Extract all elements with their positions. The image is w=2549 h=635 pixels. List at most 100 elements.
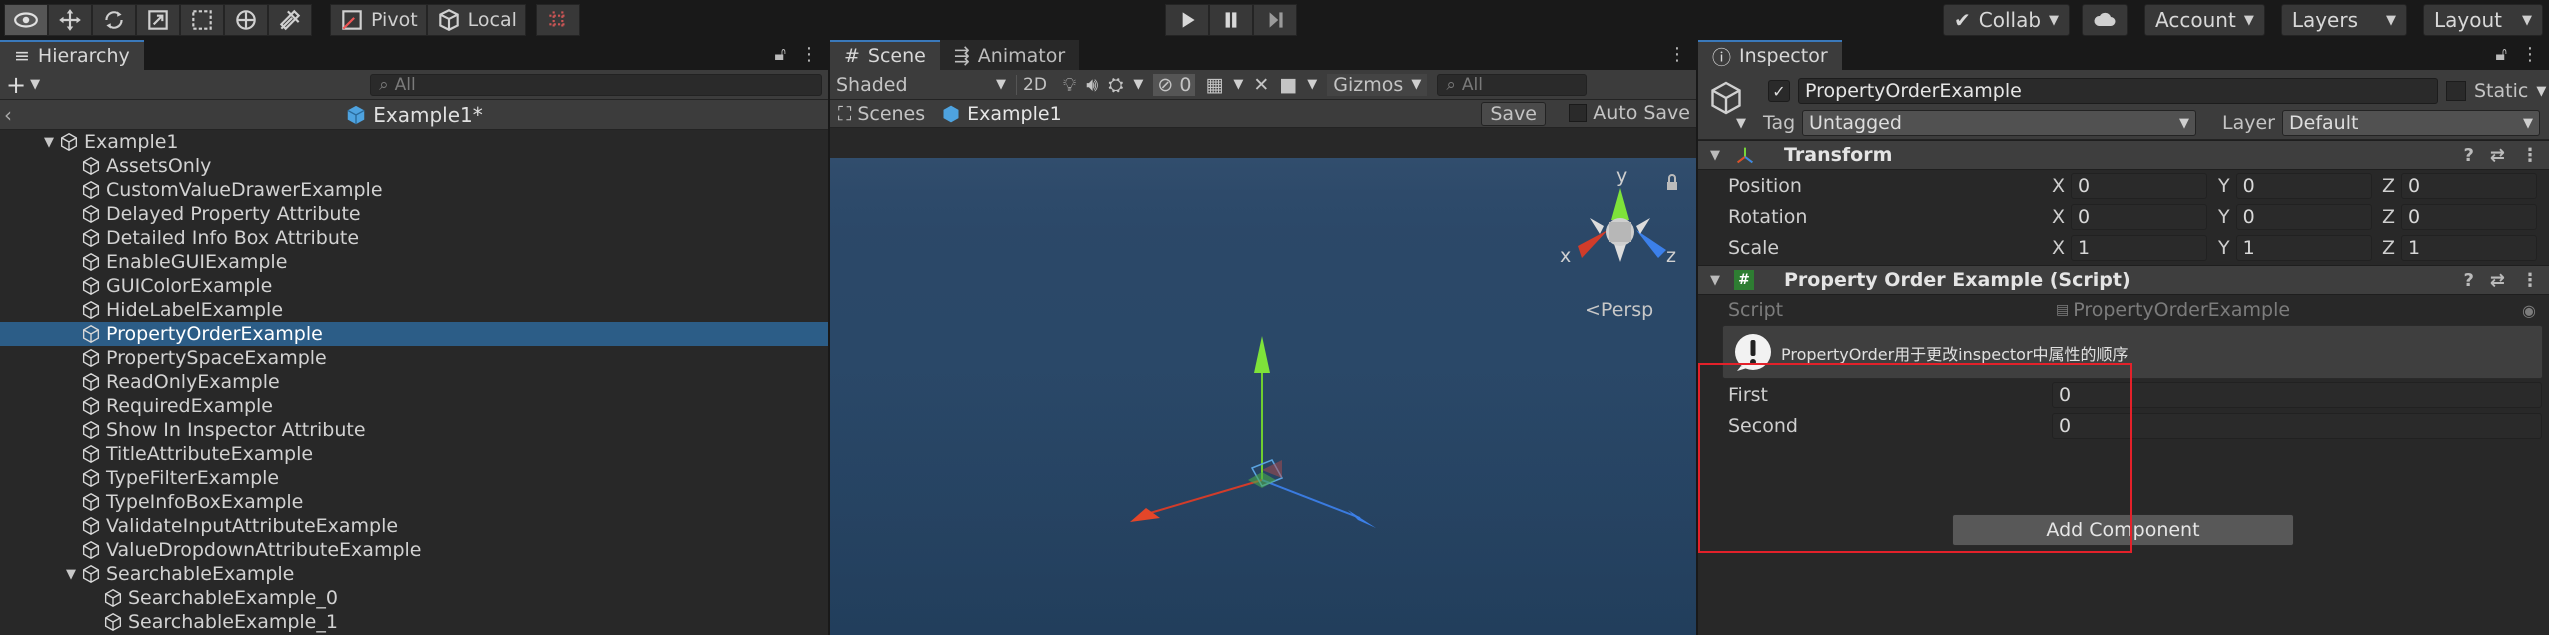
number-input[interactable]: 0 (2401, 203, 2538, 230)
object-name-field[interactable]: PropertyOrderExample (1798, 78, 2438, 104)
static-checkbox[interactable] (2446, 81, 2466, 101)
hierarchy-item[interactable]: PropertySpaceExample (0, 346, 828, 370)
scene-header[interactable]: ‹ Example1* (0, 100, 828, 130)
hierarchy-item[interactable]: SearchableExample_1 (0, 610, 828, 634)
script-component-header[interactable]: ▼ # Property Order Example (Script) ? ⇄ … (1698, 265, 2549, 295)
add-icon[interactable]: + (6, 71, 26, 99)
lighting-icon[interactable]: 💡︎ (1063, 74, 1076, 96)
scene-viewport[interactable]: y x z <Persp (830, 158, 1696, 635)
caret-down-icon[interactable]: ▼ (1233, 77, 1243, 92)
number-input[interactable]: 0 (2401, 172, 2538, 199)
help-icon[interactable]: ? (2463, 270, 2473, 291)
foldout-arrow-icon[interactable]: ▼ (1710, 273, 1720, 288)
layers-dropdown[interactable]: Layers ▼ (2280, 4, 2407, 36)
step-button[interactable] (1253, 4, 1297, 36)
hierarchy-item[interactable]: CustomValueDrawerExample (0, 178, 828, 202)
gameobject-cube-icon[interactable] (1708, 80, 1744, 116)
local-button[interactable]: Local (426, 4, 526, 36)
account-dropdown[interactable]: Account ▼ (2144, 4, 2265, 36)
auto-save-checkbox[interactable] (1569, 104, 1588, 122)
move-tool-button[interactable] (48, 4, 92, 36)
hierarchy-item[interactable]: TypeFilterExample (0, 466, 828, 490)
transform-header[interactable]: ▼ Transform ? ⇄ ⋮ (1698, 140, 2549, 170)
number-input[interactable]: 0 (2235, 203, 2372, 230)
lock-icon[interactable]: 🔓︎ (2495, 44, 2507, 65)
more-icon[interactable]: ⋮ (800, 44, 818, 65)
tab-inspector[interactable]: ⓘ Inspector (1698, 40, 1842, 70)
more-icon[interactable]: ⋮ (2521, 145, 2539, 166)
lock-icon[interactable]: 🔓︎ (774, 44, 786, 65)
hierarchy-item[interactable]: EnableGUIExample (0, 250, 828, 274)
custom-tool-button[interactable] (268, 4, 312, 36)
hierarchy-item[interactable]: Detailed Info Box Attribute (0, 226, 828, 250)
hierarchy-item[interactable]: Delayed Property Attribute (0, 202, 828, 226)
hierarchy-item[interactable]: Show In Inspector Attribute (0, 418, 828, 442)
hierarchy-item[interactable]: AssetsOnly (0, 154, 828, 178)
breadcrumb-scenes[interactable]: Scenes (857, 103, 925, 125)
more-icon[interactable]: ⋮ (2521, 44, 2539, 65)
hierarchy-item[interactable]: TitleAttributeExample (0, 442, 828, 466)
rect-tool-button[interactable] (180, 4, 224, 36)
preset-icon[interactable]: ⇄ (2490, 270, 2505, 291)
foldout-arrow-icon[interactable]: ▼ (1710, 148, 1720, 163)
help-icon[interactable]: ? (2463, 145, 2473, 166)
gizmos-dropdown[interactable]: Gizmos ▼ (1327, 73, 1428, 96)
number-input[interactable]: 0 (2071, 172, 2208, 199)
hierarchy-item[interactable]: SearchableExample_0 (0, 586, 828, 610)
pivot-button[interactable]: Pivot (330, 4, 427, 36)
caret-down-icon[interactable]: ▼ (1736, 116, 1746, 131)
breadcrumb-example1[interactable]: Example1 (967, 103, 1062, 125)
static-toggle[interactable]: Static ▼ (2446, 80, 2546, 102)
hierarchy-item[interactable]: PropertyOrderExample (0, 322, 828, 346)
hierarchy-item[interactable]: HideLabelExample (0, 298, 828, 322)
number-input[interactable]: 0 (2235, 172, 2372, 199)
caret-down-icon[interactable]: ▼ (30, 77, 40, 92)
cloud-button[interactable] (2082, 4, 2129, 36)
view-tool-button[interactable] (4, 4, 48, 36)
hierarchy-item[interactable]: GUIColorExample (0, 274, 828, 298)
expand-arrow-icon[interactable]: ▼ (62, 567, 80, 582)
hierarchy-item[interactable]: ▼ SearchableExample (0, 562, 828, 586)
save-button[interactable]: Save (1481, 102, 1546, 126)
tab-hierarchy[interactable]: ≡ Hierarchy (0, 40, 144, 70)
layout-dropdown[interactable]: Layout ▼ (2423, 4, 2543, 36)
hierarchy-search-input[interactable]: ⌕ All (370, 73, 822, 96)
expand-arrow-icon[interactable]: ▼ (40, 135, 58, 150)
preset-icon[interactable]: ⇄ (2490, 145, 2505, 166)
play-button[interactable] (1165, 4, 1209, 36)
shading-dropdown[interactable]: Shaded ▼ (836, 74, 1006, 96)
hierarchy-item[interactable]: ReadOnlyExample (0, 370, 828, 394)
rotate-tool-button[interactable] (92, 4, 136, 36)
persp-label[interactable]: <Persp (1585, 299, 1653, 321)
layer-dropdown[interactable]: Default ▼ (2282, 110, 2540, 136)
hierarchy-item[interactable]: ValidateInputAttributeExample (0, 514, 828, 538)
camera-icon[interactable]: ■ (1279, 74, 1297, 96)
effects-icon[interactable]: ⛭ (1108, 74, 1123, 96)
caret-down-icon[interactable]: ▼ (1133, 77, 1143, 92)
hierarchy-item[interactable]: RequiredExample (0, 394, 828, 418)
tag-dropdown[interactable]: Untagged ▼ (1802, 110, 2196, 136)
back-chevron-icon[interactable]: ‹ (4, 103, 12, 127)
number-input[interactable]: 1 (2235, 234, 2372, 261)
more-icon[interactable]: ⋮ (2521, 270, 2539, 291)
auto-save-toggle[interactable]: Auto Save (1569, 102, 1690, 124)
number-input[interactable]: 0 (2071, 203, 2208, 230)
caret-down-icon[interactable]: ▼ (1307, 77, 1317, 92)
transform-tool-button[interactable] (224, 4, 268, 36)
tab-animator[interactable]: ⇶ Animator (939, 40, 1080, 70)
collab-dropdown[interactable]: ✔ Collab ▼ (1943, 4, 2071, 36)
pause-button[interactable] (1209, 4, 1253, 36)
tab-scene[interactable]: # Scene (830, 40, 940, 70)
hierarchy-item[interactable]: ▼ Example1 (0, 130, 828, 154)
audio-icon[interactable]: 🔊︎ (1086, 74, 1098, 96)
number-input[interactable]: 1 (2401, 234, 2538, 261)
scene-search-input[interactable]: ⌕ All (1437, 73, 1588, 96)
caret-down-icon[interactable]: ▼ (2536, 84, 2546, 99)
grid-visibility-icon[interactable]: ▦ (1205, 74, 1223, 96)
hierarchy-item[interactable]: ValueDropdownAttributeExample (0, 538, 828, 562)
tools-icon[interactable]: ✕ (1253, 74, 1269, 96)
hierarchy-item[interactable]: TypeInfoBoxExample (0, 490, 828, 514)
scale-tool-button[interactable] (136, 4, 180, 36)
grid-snap-button[interactable] (535, 4, 580, 36)
hidden-objects-toggle[interactable]: ⊘ 0 (1153, 73, 1196, 96)
